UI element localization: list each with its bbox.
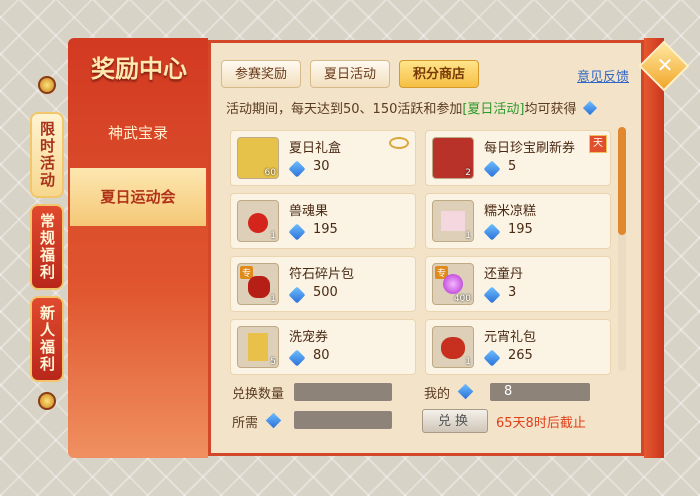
item-card[interactable]: 1 糯米凉糕 195 bbox=[425, 193, 611, 249]
exchange-qty-field[interactable] bbox=[294, 383, 392, 401]
tab-newbie-welfare[interactable]: 新人福利 bbox=[30, 296, 64, 382]
pill-icon: 专 400 bbox=[432, 263, 474, 305]
need-label: 所需 bbox=[232, 416, 259, 431]
item-price: 30 bbox=[313, 159, 330, 174]
item-name: 夏日礼盒 bbox=[289, 141, 342, 156]
item-card[interactable]: 1 元宵礼包 265 bbox=[425, 319, 611, 375]
item-name: 元宵礼包 bbox=[484, 330, 537, 345]
close-icon[interactable]: ✕ bbox=[654, 52, 676, 78]
currency-gem-icon bbox=[288, 223, 306, 241]
fruit-icon: 1 bbox=[237, 200, 279, 242]
item-qty: 400 bbox=[453, 294, 471, 304]
item-card[interactable]: 1 兽魂果 195 bbox=[230, 193, 416, 249]
currency-gem-icon bbox=[288, 349, 306, 367]
item-qty: 60 bbox=[264, 168, 276, 178]
daily-badge: 天 bbox=[589, 135, 607, 153]
gift-bag-shape bbox=[441, 337, 465, 359]
item-price: 3 bbox=[508, 285, 517, 300]
item-name: 洗宠券 bbox=[289, 330, 329, 345]
item-card[interactable]: 专1 符石碎片包 500 bbox=[230, 256, 416, 312]
item-qty: 2 bbox=[465, 168, 471, 178]
item-qty: 1 bbox=[465, 357, 471, 367]
tab-limited-activity[interactable]: 限时活动 bbox=[30, 112, 64, 198]
rune-bag-icon: 专1 bbox=[237, 263, 279, 305]
item-price: 500 bbox=[313, 285, 338, 300]
lantern-gift-icon: 1 bbox=[432, 326, 474, 368]
item-qty: 1 bbox=[270, 294, 276, 304]
rice-cake-icon: 1 bbox=[432, 200, 474, 242]
item-name: 糯米凉糕 bbox=[484, 204, 537, 219]
mine-value: 8 bbox=[504, 384, 513, 399]
feedback-link[interactable]: 意见反馈 bbox=[577, 66, 629, 85]
notice-suffix: 均可获得 bbox=[524, 102, 577, 117]
item-card[interactable]: 2 每日珍宝刷新券 5 天 bbox=[425, 130, 611, 186]
item-card[interactable]: 5 洗宠券 80 bbox=[230, 319, 416, 375]
mine-label: 我的 bbox=[424, 387, 451, 402]
exchange-button[interactable]: 兑换 bbox=[422, 409, 488, 433]
side-menu-shenwu[interactable]: 神武宝录 bbox=[70, 118, 206, 148]
currency-gem-icon bbox=[288, 286, 306, 304]
notice-prefix: 活动期间，每天达到50、150活跃和参加 bbox=[226, 102, 463, 117]
coupon-shape bbox=[248, 333, 268, 361]
activity-notice: 活动期间，每天达到50、150活跃和参加[夏日活动]均可获得 bbox=[226, 98, 597, 117]
currency-gem-icon bbox=[483, 223, 501, 241]
panel-right-edge bbox=[644, 38, 664, 458]
currency-gem-icon bbox=[288, 160, 306, 178]
tab-summer-events[interactable]: 夏日活动 bbox=[310, 60, 390, 88]
side-menu-summer-games[interactable]: 夏日运动会 bbox=[70, 168, 206, 226]
ornament-knob-icon bbox=[38, 392, 56, 410]
pet-coupon-icon: 5 bbox=[237, 326, 279, 368]
ornament-knob-icon bbox=[38, 76, 56, 94]
cake-shape bbox=[441, 211, 465, 231]
scrollbar-thumb[interactable] bbox=[618, 127, 626, 235]
item-price: 195 bbox=[313, 222, 338, 237]
item-price: 5 bbox=[508, 159, 517, 174]
item-name: 每日珍宝刷新券 bbox=[484, 141, 576, 156]
item-qty: 1 bbox=[270, 231, 276, 241]
pill-shape bbox=[443, 274, 463, 294]
panel-title: 奖励中心 bbox=[91, 54, 187, 83]
ticket-icon: 2 bbox=[432, 137, 474, 179]
notice-highlight: [夏日活动] bbox=[462, 102, 525, 117]
side-panel bbox=[68, 38, 208, 458]
item-qty: 1 bbox=[465, 231, 471, 241]
tab-entry-rewards[interactable]: 参赛奖励 bbox=[221, 60, 301, 88]
item-card[interactable]: 专 400 还童丹 3 bbox=[425, 256, 611, 312]
exchange-qty-label: 兑换数量 bbox=[232, 387, 285, 402]
currency-gem-icon bbox=[483, 160, 501, 178]
gift-box-icon: 60 bbox=[237, 137, 279, 179]
item-qty: 5 bbox=[270, 357, 276, 367]
item-name: 还童丹 bbox=[484, 267, 524, 282]
item-price: 195 bbox=[508, 222, 533, 237]
need-value-field bbox=[294, 411, 392, 429]
currency-gem-icon bbox=[483, 286, 501, 304]
bag-shape bbox=[248, 276, 270, 298]
tab-points-shop[interactable]: 积分商店 bbox=[399, 60, 479, 88]
item-price: 265 bbox=[508, 348, 533, 363]
item-price: 80 bbox=[313, 348, 330, 363]
currency-gem-icon bbox=[582, 100, 597, 116]
eye-icon[interactable] bbox=[389, 137, 409, 149]
item-card[interactable]: 60 夏日礼盒 30 bbox=[230, 130, 416, 186]
item-name: 符石碎片包 bbox=[289, 267, 355, 282]
fruit-shape bbox=[248, 213, 268, 233]
tab-regular-welfare[interactable]: 常规福利 bbox=[30, 204, 64, 290]
currency-gem-icon bbox=[483, 349, 501, 367]
item-name: 兽魂果 bbox=[289, 204, 329, 219]
deadline-text: 65天8时后截止 bbox=[496, 416, 586, 431]
